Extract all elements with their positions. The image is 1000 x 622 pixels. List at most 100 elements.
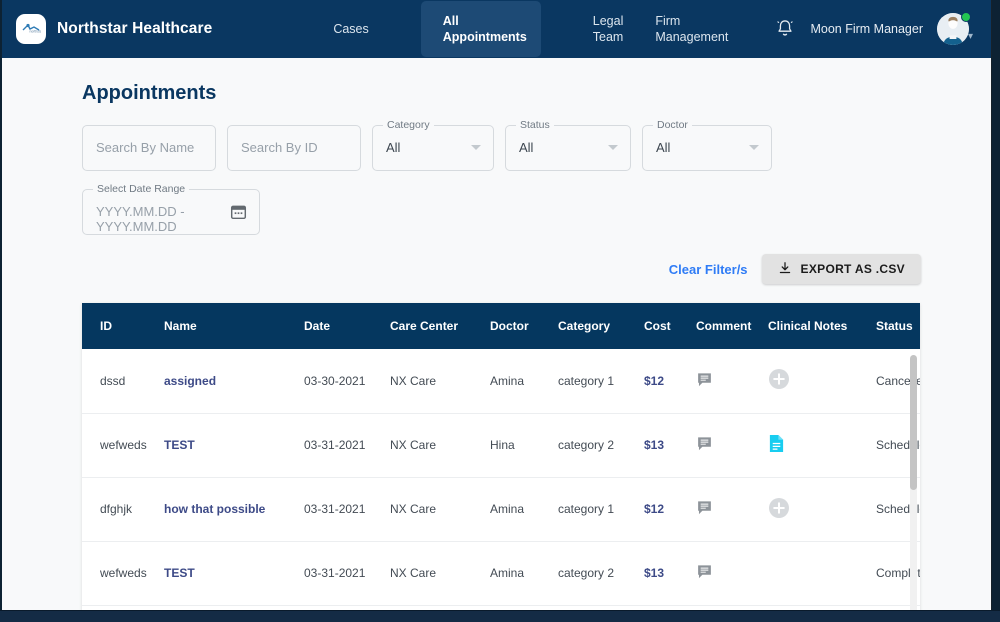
nav-item-firm-management-line1: Firm: [655, 14, 681, 28]
app-window: northstar Northstar Healthcare Cases All…: [2, 0, 992, 610]
cell-category: category 1: [558, 349, 644, 414]
cell-name[interactable]: TEST: [164, 413, 304, 478]
cell-name[interactable]: TEST: [164, 541, 304, 606]
svg-text:northstar: northstar: [30, 30, 42, 34]
search-id-field[interactable]: Search By ID: [227, 125, 361, 171]
search-name-field[interactable]: Search By Name: [82, 125, 216, 171]
cell-comment[interactable]: [696, 477, 768, 542]
filter-actions: Clear Filter/s EXPORT AS .CSV: [669, 254, 921, 284]
cell-clinical-notes[interactable]: [768, 349, 876, 414]
chevron-down-icon-category[interactable]: [471, 145, 481, 150]
table-row[interactable]: dssd assigned 03-30-2021 NX Care Amina catego…: [82, 349, 920, 414]
add-note-icon[interactable]: [768, 497, 790, 522]
calendar-icon[interactable]: [230, 203, 247, 225]
column-header-comment[interactable]: Comment: [696, 303, 768, 349]
column-header-doctor[interactable]: Doctor: [490, 303, 558, 349]
nav-item-legal-team-line2: Team: [592, 30, 624, 44]
cell-care-center: NX Care: [390, 477, 490, 542]
column-header-status[interactable]: Status: [876, 303, 920, 349]
page-title: Appointments: [82, 82, 217, 104]
nav-item-all-appointments[interactable]: All Appointments: [420, 1, 541, 57]
status-label: Status: [516, 119, 554, 131]
top-bar-right: Moon Firm Manager ▾: [774, 0, 977, 58]
date-range-label: Select Date Range: [93, 183, 190, 195]
cell-cost: $12: [644, 349, 696, 414]
cell-clinical-notes[interactable]: [768, 541, 876, 606]
comment-icon[interactable]: [696, 565, 713, 583]
window-bottom-bar: [0, 610, 1000, 622]
nav-item-firm-management[interactable]: Firm Management: [639, 1, 744, 57]
cell-care-center: NX Care: [390, 413, 490, 478]
cell-comment[interactable]: [696, 541, 768, 606]
column-header-cost[interactable]: Cost: [644, 303, 696, 349]
cell-date: 03-30-2021: [304, 349, 390, 414]
column-header-category[interactable]: Category: [558, 303, 644, 349]
brand[interactable]: northstar Northstar Healthcare: [16, 14, 212, 44]
add-note-icon[interactable]: [768, 368, 790, 393]
cell-doctor: Hina: [490, 413, 558, 478]
cell-comment[interactable]: [696, 349, 768, 414]
table-row[interactable]: wefweds TEST 03-31-2021 NX Care Amina categor…: [82, 541, 920, 606]
cell-clinical-notes[interactable]: [768, 477, 876, 542]
table-row[interactable]: dfghjk how that possible 03-31-2021 NX Care…: [82, 477, 920, 542]
user-menu[interactable]: ▾: [937, 12, 977, 46]
cell-id: dssd: [82, 349, 164, 414]
cell-cost: $13: [644, 413, 696, 478]
nav-item-cases[interactable]: Cases: [317, 9, 384, 49]
export-csv-label: EXPORT AS .CSV: [800, 262, 905, 276]
document-icon[interactable]: [768, 435, 785, 456]
column-header-id[interactable]: ID: [82, 303, 164, 349]
status-badge-online: [961, 12, 971, 22]
cell-name[interactable]: assigned: [164, 349, 304, 414]
brand-name: Northstar Healthcare: [57, 20, 213, 37]
category-label: Category: [383, 119, 434, 131]
cell-date: 03-31-2021: [304, 541, 390, 606]
doctor-value: All: [656, 140, 671, 155]
appointments-table-element: ID Name Date Care Center Doctor Category…: [82, 303, 920, 610]
comment-icon[interactable]: [696, 501, 713, 519]
comment-icon[interactable]: [696, 437, 713, 455]
nav-item-all-appointments-line2: Appointments: [442, 30, 527, 44]
cell-comment[interactable]: [696, 413, 768, 478]
nav-item-legal-team[interactable]: Legal Team: [577, 1, 640, 57]
chevron-down-icon-doctor[interactable]: [749, 145, 759, 150]
filters-row: Search By Name Search By ID Category All…: [82, 119, 991, 171]
column-header-clinical-notes[interactable]: Clinical Notes: [768, 303, 876, 349]
chevron-down-icon-status[interactable]: [608, 145, 618, 150]
bell-icon[interactable]: [774, 18, 796, 40]
export-csv-button[interactable]: EXPORT AS .CSV: [761, 254, 921, 284]
category-select[interactable]: Category All: [372, 119, 494, 171]
cell-doctor: Amina: [490, 477, 558, 542]
comment-icon[interactable]: [696, 373, 713, 391]
table-header-row: ID Name Date Care Center Doctor Category…: [82, 303, 920, 349]
nav-item-cases-label: Cases: [333, 22, 369, 36]
column-header-date[interactable]: Date: [304, 303, 390, 349]
cell-date: 03-31-2021: [304, 413, 390, 478]
cell-care-center: NX Care: [390, 541, 490, 606]
cell-cost: $13: [644, 541, 696, 606]
user-name: Moon Firm Manager: [810, 22, 923, 36]
table-row[interactable]: wefweds TEST 03-31-2021 NX Care Hina category…: [82, 413, 920, 478]
cell-id: wefweds: [82, 541, 164, 606]
status-select[interactable]: Status All: [505, 119, 631, 171]
download-icon: [778, 261, 792, 278]
table-scrollbar-thumb[interactable]: [910, 355, 917, 490]
clear-filters-link[interactable]: Clear Filter/s: [669, 262, 748, 277]
table-scrollbar[interactable]: [910, 355, 917, 610]
cell-doctor: Amina: [490, 349, 558, 414]
cell-id: wefweds: [82, 413, 164, 478]
cell-care-center: NX Care: [390, 349, 490, 414]
cell-category: category 2: [558, 413, 644, 478]
cell-name[interactable]: how that possible: [164, 477, 304, 542]
cell-category: category 1: [558, 477, 644, 542]
cell-id: dfghjk: [82, 477, 164, 542]
appointments-table: ID Name Date Care Center Doctor Category…: [82, 303, 920, 610]
cell-clinical-notes[interactable]: [768, 413, 876, 478]
search-id-placeholder: Search By ID: [241, 140, 318, 155]
doctor-select[interactable]: Doctor All: [642, 119, 772, 171]
date-range-field[interactable]: Select Date Range YYYY.MM.DD - YYYY.MM.D…: [82, 183, 260, 235]
chevron-down-icon[interactable]: ▾: [968, 32, 973, 42]
column-header-care-center[interactable]: Care Center: [390, 303, 490, 349]
category-value: All: [386, 140, 401, 155]
column-header-name[interactable]: Name: [164, 303, 304, 349]
